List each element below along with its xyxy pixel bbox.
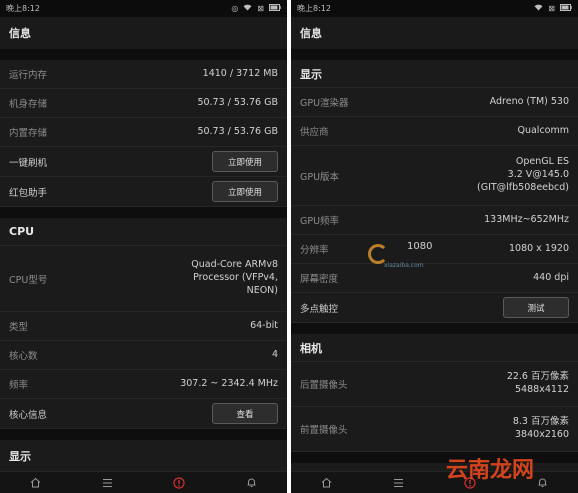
flash-row: 一键刷机 立即使用	[0, 147, 287, 177]
row-value: Qualcomm	[517, 124, 569, 136]
multitouch-test-button[interactable]: 测试	[503, 297, 569, 318]
internal-storage-row: 机身存储 50.73 / 53.76 GB	[0, 89, 287, 118]
bell-icon[interactable]	[244, 476, 258, 490]
resolution-row: 分辨率 1080 x 1920	[291, 235, 578, 264]
row-label: CPU型号	[9, 274, 48, 286]
watermark-small-text: xiazaiba.com	[384, 262, 424, 269]
row-label: 红包助手	[9, 187, 48, 199]
cpu-model-row: CPU型号 Quad-Core ARMv8 Processor (VFPv4, …	[0, 246, 287, 312]
bell-icon[interactable]	[535, 476, 549, 490]
gpu-renderer-row: GPU渲染器 Adreno (TM) 530	[291, 88, 578, 117]
vendor-row: 供应商 Qualcomm	[291, 117, 578, 146]
wifi-icon	[243, 4, 252, 13]
right-screen: 晚上8:12 ⊠ 信息 显示 GPU渲染器 Adreno (TM) 530 供应…	[291, 0, 578, 493]
builtin-storage-row: 内置存储 50.73 / 53.76 GB	[0, 118, 287, 147]
row-label: 前置摄像头	[300, 425, 348, 436]
bottom-nav	[0, 471, 287, 493]
row-label: 多点触控	[300, 303, 339, 315]
row-label: 类型	[9, 322, 29, 333]
row-value: 64-bit	[250, 319, 278, 331]
row-label: 屏幕密度	[300, 274, 339, 285]
camera-section-title: 相机	[291, 334, 578, 362]
battery-icon	[269, 4, 281, 13]
row-label: 一键刷机	[9, 157, 48, 169]
alarm-icon: ◎	[231, 4, 239, 13]
row-label: 后置摄像头	[300, 380, 348, 391]
battery-icon	[560, 4, 572, 13]
redpacket-use-button[interactable]: 立即使用	[212, 181, 278, 202]
redpacket-row: 红包助手 立即使用	[0, 177, 287, 207]
cpu-info-row: 核心信息 查看	[0, 399, 287, 429]
row-label: 供应商	[300, 127, 329, 138]
row-value: 307.2 ~ 2342.4 MHz	[180, 377, 278, 389]
info-icon[interactable]	[172, 476, 186, 490]
row-label: 核心信息	[9, 409, 48, 421]
gpu-version-value: OpenGL ES 3.2 V@145.0 (GIT@lfb508eebcd)	[477, 156, 569, 193]
row-value: 133MHz~652MHz	[484, 213, 569, 225]
status-bar: 晚上8:12 ◎ ⊠	[0, 0, 287, 17]
list-icon[interactable]	[101, 476, 115, 490]
status-time: 晚上8:12	[6, 4, 40, 13]
row-value: 1410 / 3712 MB	[202, 67, 278, 79]
front-camera-row: 前置摄像头 8.3 百万像素 3840x2160	[291, 407, 578, 452]
row-label: 核心数	[9, 351, 38, 362]
cpu-cores-row: 核心数 4	[0, 341, 287, 370]
view-core-info-button[interactable]: 查看	[212, 403, 278, 424]
memory-row: 运行内存 1410 / 3712 MB	[0, 60, 287, 89]
bottom-nav	[291, 471, 578, 493]
watermark-brand: 云南龙网	[446, 458, 535, 483]
row-label: GPU渲染器	[300, 98, 349, 109]
page-title: 信息	[0, 17, 287, 49]
row-label: 机身存储	[9, 99, 48, 110]
row-value: 50.73 / 53.76 GB	[197, 125, 278, 137]
cpu-freq-row: 频率 307.2 ~ 2342.4 MHz	[0, 370, 287, 399]
gpu-freq-row: GPU频率 133MHz~652MHz	[291, 206, 578, 235]
row-label: GPU频率	[300, 216, 340, 227]
cpu-type-row: 类型 64-bit	[0, 312, 287, 341]
cpu-model-value: Quad-Core ARMv8 Processor (VFPv4, NEON)	[191, 259, 278, 296]
watermark-logo	[368, 244, 388, 264]
close-box-icon: ⊠	[548, 4, 555, 13]
wifi-icon	[534, 4, 543, 13]
row-value: 440 dpi	[533, 271, 569, 283]
row-label: 运行内存	[9, 70, 48, 81]
row-label: 内置存储	[9, 128, 48, 139]
row-value: 4	[271, 348, 278, 360]
row-value: 1080 x 1920	[508, 242, 569, 254]
row-value: 50.73 / 53.76 GB	[197, 96, 278, 108]
left-screen: 晚上8:12 ◎ ⊠ 信息 运行内存 1410 / 3712 MB 机身存储 5…	[0, 0, 287, 493]
status-bar: 晚上8:12 ⊠	[291, 0, 578, 17]
cpu-section-title: CPU	[0, 218, 287, 246]
flash-use-button[interactable]: 立即使用	[212, 151, 278, 172]
row-label: 分辨率	[300, 245, 329, 256]
rear-camera-value: 22.6 百万像素 5488x4112	[506, 371, 569, 395]
front-camera-value: 8.3 百万像素 3840x2160	[512, 416, 569, 440]
display-section-title: 显示	[0, 440, 287, 472]
home-icon[interactable]	[320, 476, 334, 490]
rear-camera-row: 后置摄像头 22.6 百万像素 5488x4112	[291, 362, 578, 407]
density-row: 屏幕密度 440 dpi	[291, 264, 578, 293]
display-section-title: 显示	[291, 60, 578, 88]
row-label: 频率	[9, 380, 29, 391]
gpu-version-row: GPU版本 OpenGL ES 3.2 V@145.0 (GIT@lfb508e…	[291, 146, 578, 206]
close-box-icon: ⊠	[257, 4, 264, 13]
page-title: 信息	[291, 17, 578, 49]
home-icon[interactable]	[29, 476, 43, 490]
row-value: Adreno (TM) 530	[489, 95, 569, 107]
watermark-center-text: 1080	[407, 241, 433, 252]
status-time: 晚上8:12	[297, 4, 331, 13]
multitouch-row: 多点触控 测试	[291, 293, 578, 323]
row-label: GPU版本	[300, 171, 340, 183]
list-icon[interactable]	[392, 476, 406, 490]
